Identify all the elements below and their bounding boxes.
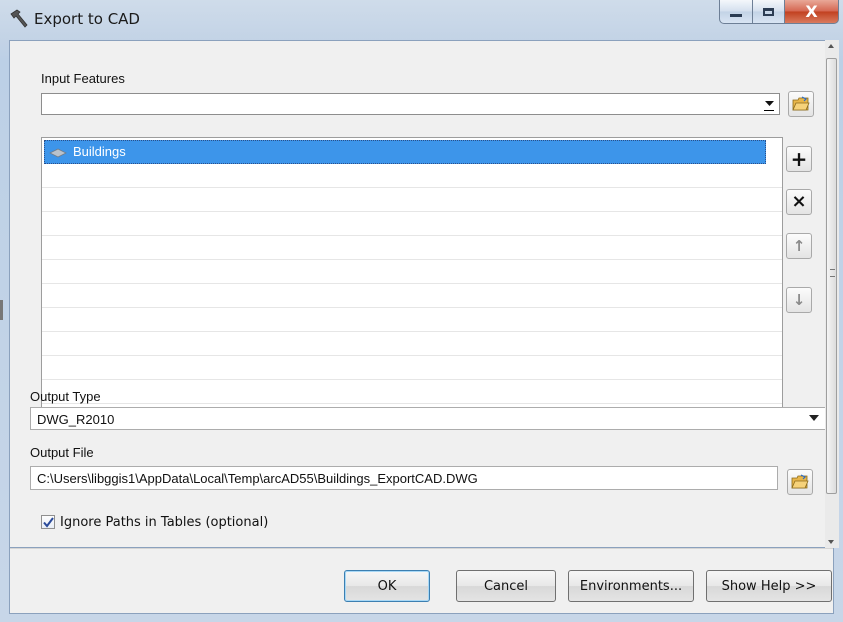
chevron-down-icon (764, 101, 774, 106)
environments-button[interactable]: Environments... (568, 570, 694, 602)
cancel-button[interactable]: Cancel (456, 570, 556, 602)
browse-output-button[interactable] (787, 469, 813, 495)
window-title: Export to CAD (34, 10, 140, 28)
remove-x-icon: × (791, 191, 807, 212)
ok-button[interactable]: OK (344, 570, 430, 602)
list-item-empty (42, 188, 782, 212)
open-folder-icon (792, 96, 810, 111)
scroll-down-icon[interactable] (828, 540, 834, 544)
list-item-empty (42, 164, 782, 188)
move-down-button[interactable]: ↓ (786, 287, 812, 313)
browse-input-button[interactable] (788, 91, 814, 117)
arrow-up-icon: ↑ (792, 237, 806, 255)
close-button[interactable]: X (785, 0, 839, 24)
list-item-empty (42, 260, 782, 284)
hammer-tool-icon (10, 9, 28, 28)
list-item-empty (42, 284, 782, 308)
button-bar: OK Cancel Environments... Show Help >> (9, 548, 834, 614)
input-features-list[interactable]: Buildings (41, 137, 783, 412)
show-help-button[interactable]: Show Help >> (706, 570, 832, 602)
output-file-label: Output File (30, 445, 94, 460)
maximize-button[interactable] (753, 0, 785, 24)
output-type-label: Output Type (30, 389, 101, 404)
open-folder-icon (791, 474, 809, 489)
close-icon: X (805, 2, 818, 21)
list-item-empty (42, 332, 782, 356)
maximize-icon (763, 7, 774, 16)
scroll-up-icon[interactable] (828, 44, 834, 48)
output-type-value: DWG_R2010 (37, 412, 115, 427)
caption-buttons: X (719, 0, 839, 26)
title-bar[interactable]: Export to CAD X (0, 0, 843, 40)
arrow-down-icon: ↓ (792, 291, 806, 309)
remove-item-button[interactable]: × (786, 189, 812, 215)
move-up-button[interactable]: ↑ (786, 233, 812, 259)
list-item-empty (42, 236, 782, 260)
list-item-empty (42, 356, 782, 380)
grip-icon (830, 269, 835, 277)
plus-icon: + (790, 147, 808, 171)
output-file-field[interactable]: C:\Users\libggis1\AppData\Local\Temp\arc… (30, 466, 778, 490)
output-file-value: C:\Users\libggis1\AppData\Local\Temp\arc… (37, 471, 478, 486)
minimize-icon (730, 14, 742, 17)
list-item-empty (42, 380, 782, 404)
window-edge-marker (0, 300, 3, 320)
ignore-paths-label[interactable]: Ignore Paths in Tables (optional) (60, 515, 268, 530)
list-item-label: Buildings (73, 144, 126, 159)
output-type-select[interactable]: DWG_R2010 (30, 407, 826, 430)
ignore-paths-checkbox[interactable] (41, 515, 55, 529)
minimize-button[interactable] (719, 0, 753, 24)
list-item-empty (42, 308, 782, 332)
scrollbar-thumb[interactable] (826, 58, 837, 494)
dropdown-arrow-icon (809, 415, 819, 421)
combo-dropdown-button[interactable] (762, 97, 776, 111)
list-item[interactable]: Buildings (44, 140, 766, 164)
add-item-button[interactable]: + (786, 146, 812, 172)
dialog-body: Input Features Buildings + × ↑ ↓ Output … (9, 40, 834, 548)
export-to-cad-window: Export to CAD X Input Features Buildings… (0, 0, 843, 622)
vertical-scrollbar[interactable] (825, 40, 839, 548)
input-features-combo[interactable] (41, 93, 780, 115)
input-features-label: Input Features (41, 71, 125, 86)
checkmark-icon (43, 517, 54, 528)
list-item-empty (42, 212, 782, 236)
polygon-layer-icon (49, 148, 67, 158)
